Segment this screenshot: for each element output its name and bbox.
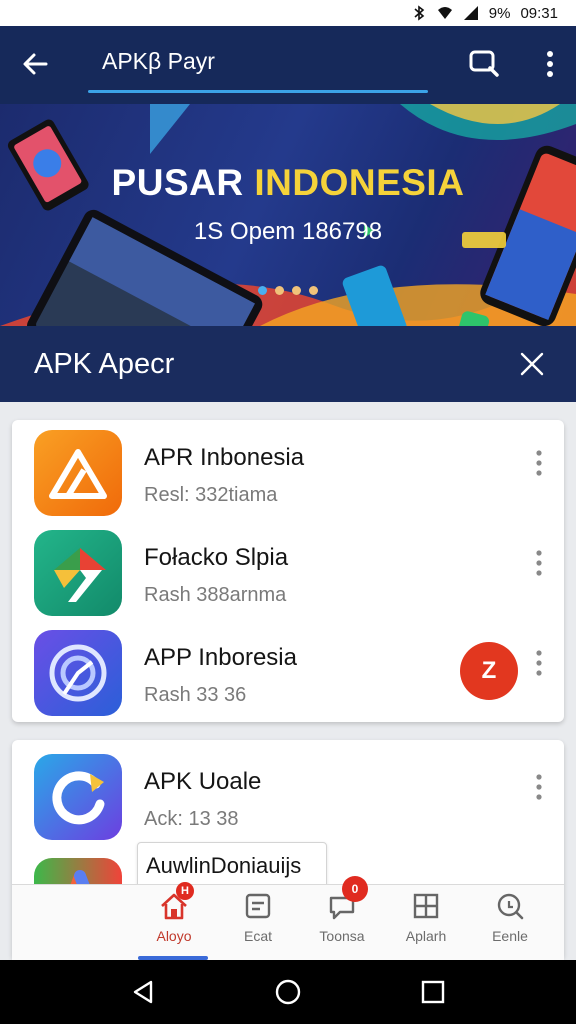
- section-title: APK Apecr: [34, 348, 175, 380]
- pager-dot[interactable]: [292, 286, 301, 295]
- arrow-app-icon: [34, 530, 122, 616]
- pager-dot[interactable]: [275, 286, 284, 295]
- nav-item-list[interactable]: Ecat: [220, 886, 296, 950]
- more-vertical-icon[interactable]: [544, 46, 556, 82]
- more-vertical-icon[interactable]: [534, 548, 544, 578]
- refresh-app-icon: [34, 754, 122, 840]
- app-name: APK Uoale: [144, 768, 262, 795]
- signal-icon: [463, 5, 479, 21]
- status-bar: 9% 09:31: [0, 0, 576, 26]
- section-header: APK Apecr: [0, 326, 576, 402]
- clock: 09:31: [520, 4, 558, 22]
- search-underline: [88, 90, 428, 93]
- list-item[interactable]: APP Inboresia Rash 33 36 Z: [12, 622, 564, 720]
- nav-item-grid[interactable]: Aplarh: [388, 886, 464, 950]
- promo-banner[interactable]: PUSAR INDONESIA 1S Opem 186798: [0, 104, 576, 326]
- battery-level: 9%: [488, 4, 511, 22]
- banner-title-highlight: INDONESIA: [254, 162, 465, 203]
- close-icon[interactable]: [518, 350, 546, 378]
- nav-label: Eenle: [492, 928, 528, 944]
- app-bar: APKβ Payr: [0, 26, 576, 104]
- app-name: Fołacko Slpia: [144, 544, 289, 571]
- app-meta: Ack: 13 38: [144, 808, 239, 830]
- app-name: APP Inboresia: [144, 644, 297, 671]
- nav-label: Toonsa: [319, 928, 365, 944]
- nav-item-home[interactable]: H Aloyo: [136, 882, 212, 960]
- list-icon: [242, 890, 274, 922]
- nav-badge: 0: [342, 876, 368, 902]
- spiral-app-icon: [34, 630, 122, 716]
- nav-label: Aplarh: [405, 928, 447, 944]
- app-meta: Rash 388arnma: [144, 584, 287, 606]
- back-arrow-icon[interactable]: [18, 46, 54, 82]
- nav-item-search[interactable]: Eenle: [472, 886, 548, 950]
- system-navigation: [0, 960, 576, 1024]
- pager-dot[interactable]: [258, 286, 267, 295]
- bottom-navigation: H Aloyo Ecat 0 Toonsa Aplarh Eenle: [12, 876, 564, 960]
- recents-icon[interactable]: [419, 978, 447, 1006]
- triangle-app-icon: [34, 430, 122, 516]
- banner-subtitle: 1S Opem 186798: [193, 218, 383, 245]
- list-item[interactable]: APR Inbonesia Resl: 332tiama: [12, 422, 564, 520]
- more-vertical-icon[interactable]: [534, 648, 544, 678]
- app-meta: Resl: 332tiama: [144, 484, 278, 506]
- wifi-icon: [437, 5, 453, 21]
- banner-pager-dots: [258, 286, 318, 295]
- more-vertical-icon[interactable]: [534, 448, 544, 478]
- app-list-card: APR Inbonesia Resl: 332tiama Fołacko Slp…: [12, 420, 564, 722]
- back-icon[interactable]: [129, 978, 157, 1006]
- home-circle-icon[interactable]: [274, 978, 302, 1006]
- app-meta: Rash 33 36: [144, 684, 247, 706]
- more-vertical-icon[interactable]: [534, 772, 544, 802]
- nav-badge: H: [176, 882, 194, 900]
- list-item[interactable]: Fołacko Slpia Rash 388arnma: [12, 522, 564, 620]
- bluetooth-icon: [411, 5, 427, 21]
- search-icon[interactable]: [466, 46, 502, 82]
- search-icon: [494, 890, 526, 922]
- nav-item-chat[interactable]: 0 Toonsa: [304, 876, 380, 950]
- download-badge[interactable]: Z: [460, 642, 518, 700]
- tooltip: AuwlinDoniauijs: [137, 842, 327, 888]
- search-query-text[interactable]: APKβ Payr: [102, 48, 215, 75]
- banner-title-white: PUSAR: [111, 162, 255, 203]
- pager-dot[interactable]: [309, 286, 318, 295]
- banner-title: PUSAR INDONESIA: [0, 162, 576, 204]
- nav-label: Ecat: [243, 928, 272, 944]
- nav-label: Aloyo: [156, 928, 192, 944]
- grid-icon: [410, 890, 442, 922]
- list-item[interactable]: APK Uoale Ack: 13 38: [12, 746, 564, 844]
- app-name: APR Inbonesia: [144, 444, 305, 471]
